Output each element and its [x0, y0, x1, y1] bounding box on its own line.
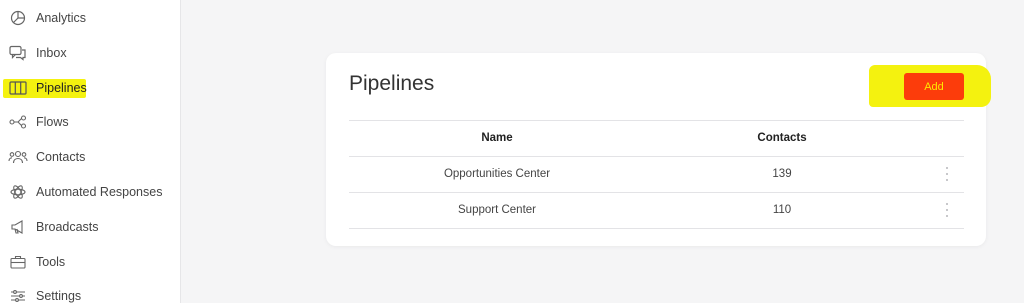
table-row[interactable]: Support Center 110: [349, 192, 964, 228]
sidebar-item-automated-responses[interactable]: Automated Responses: [0, 178, 181, 206]
pipeline-name: Opportunities Center: [443, 168, 551, 180]
sidebar-item-label: Tools: [36, 255, 66, 269]
pipeline-name: Support Center: [458, 204, 536, 216]
settings-icon: [8, 288, 28, 303]
broadcasts-icon: [8, 219, 28, 235]
sidebar-item-label: Settings: [36, 289, 82, 303]
page-title: Pipelines: [349, 72, 435, 95]
flows-icon: [8, 114, 28, 130]
table-header: Name Contacts: [349, 120, 964, 156]
pipeline-contacts: 110: [772, 204, 792, 216]
pipelines-card: Pipelines Add Name Contacts Opportunitie…: [326, 53, 991, 246]
analytics-icon: [8, 10, 28, 26]
sidebar-item-settings[interactable]: Settings: [0, 282, 181, 303]
sidebar-item-contacts[interactable]: Contacts: [0, 143, 181, 171]
sidebar-item-label: Pipelines: [36, 81, 87, 95]
sidebar-item-pipelines[interactable]: Pipelines: [0, 74, 181, 102]
contacts-icon: [8, 149, 28, 165]
sidebar: Analytics Inbox Pipelines Flows Contacts…: [0, 0, 181, 303]
sidebar-item-broadcasts[interactable]: Broadcasts: [0, 213, 181, 241]
pipelines-icon: [8, 80, 28, 96]
table-row[interactable]: Opportunities Center 139: [349, 156, 964, 192]
sidebar-item-label: Analytics: [36, 11, 87, 25]
sidebar-item-label: Flows: [36, 115, 69, 129]
more-options-icon[interactable]: [942, 167, 952, 181]
sidebar-item-label: Contacts: [36, 150, 86, 164]
tools-icon: [8, 254, 28, 270]
add-button[interactable]: Add: [904, 73, 964, 100]
sidebar-item-analytics[interactable]: Analytics: [0, 4, 181, 32]
sidebar-item-flows[interactable]: Flows: [0, 108, 181, 136]
automated-responses-icon: [8, 184, 28, 200]
table-divider: [349, 228, 964, 229]
sidebar-item-label: Broadcasts: [36, 220, 99, 234]
more-options-icon[interactable]: [942, 203, 952, 217]
column-header-name[interactable]: Name: [481, 132, 512, 144]
sidebar-item-label: Inbox: [36, 46, 67, 60]
sidebar-item-tools[interactable]: Tools: [0, 248, 181, 276]
pipeline-contacts: 139: [772, 168, 792, 180]
column-header-contacts[interactable]: Contacts: [757, 132, 806, 144]
sidebar-item-label: Automated Responses: [36, 185, 163, 199]
sidebar-item-inbox[interactable]: Inbox: [0, 39, 181, 67]
inbox-icon: [8, 45, 28, 61]
